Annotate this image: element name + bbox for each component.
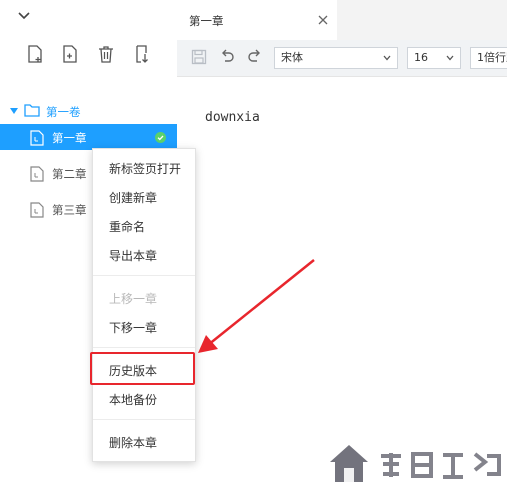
watermark-logo xyxy=(327,438,507,500)
menu-item-export-chapter[interactable]: 导出本章 xyxy=(109,247,157,264)
menu-separator xyxy=(93,347,195,348)
line-spacing-select[interactable]: 1倍行距 xyxy=(470,47,507,69)
expand-triangle-icon[interactable] xyxy=(10,107,18,115)
menu-item-delete-chapter[interactable]: 删除本章 xyxy=(109,434,157,451)
volume-row[interactable]: 第一卷 xyxy=(0,100,177,122)
highlight-box xyxy=(90,352,195,385)
folder-icon xyxy=(24,104,40,117)
watermark-glyphs-icon xyxy=(381,452,501,479)
document-icon xyxy=(30,166,44,182)
tab-title: 第一章 xyxy=(189,14,224,28)
chapter-label: 第一章 xyxy=(52,131,87,145)
undo-icon[interactable] xyxy=(219,49,235,65)
chapter-label: 第二章 xyxy=(52,167,87,181)
new-chapter-icon[interactable] xyxy=(60,44,80,64)
chapter-item-1[interactable]: 第一章 xyxy=(0,124,177,150)
menu-item-move-up: 上移一章 xyxy=(109,292,158,306)
document-icon xyxy=(30,130,44,146)
annotation-arrow-icon xyxy=(198,259,315,353)
chapter-label: 第三章 xyxy=(52,203,87,217)
sort-icon[interactable] xyxy=(132,44,152,64)
menu-item-local-backup[interactable]: 本地备份 xyxy=(109,391,157,408)
collapse-chevron-icon[interactable] xyxy=(17,11,31,21)
save-icon[interactable] xyxy=(191,49,207,65)
menu-item-rename[interactable]: 重命名 xyxy=(109,218,145,235)
menu-item-open-new-tab[interactable]: 新标签页打开 xyxy=(109,160,181,177)
font-family-select[interactable]: 宋体 xyxy=(274,47,398,69)
close-icon[interactable] xyxy=(318,15,328,25)
house-logo-icon xyxy=(330,445,368,482)
menu-item-create-chapter[interactable]: 创建新章 xyxy=(109,189,157,206)
line-spacing-value: 1倍行距 xyxy=(477,51,507,64)
context-menu: 新标签页打开 创建新章 重命名 导出本章 上移一章 下移一章 历史版本 本地备份… xyxy=(92,148,196,462)
check-circle-icon xyxy=(155,132,166,143)
menu-separator xyxy=(93,419,195,420)
menu-item-move-down[interactable]: 下移一章 xyxy=(109,319,157,336)
editor-text: downxia xyxy=(205,110,260,125)
font-size-select[interactable]: 16 xyxy=(407,47,461,69)
new-file-icon[interactable] xyxy=(25,44,45,64)
redo-icon[interactable] xyxy=(247,49,263,65)
menu-separator xyxy=(93,275,195,276)
document-icon xyxy=(30,202,44,218)
tab-chapter-1[interactable]: 第一章 xyxy=(177,0,337,40)
trash-icon[interactable] xyxy=(96,44,116,64)
font-family-value: 宋体 xyxy=(281,51,303,64)
chevron-down-icon xyxy=(446,55,454,61)
chevron-down-icon xyxy=(383,55,391,61)
font-size-value: 16 xyxy=(414,51,428,64)
volume-label: 第一卷 xyxy=(46,105,81,119)
